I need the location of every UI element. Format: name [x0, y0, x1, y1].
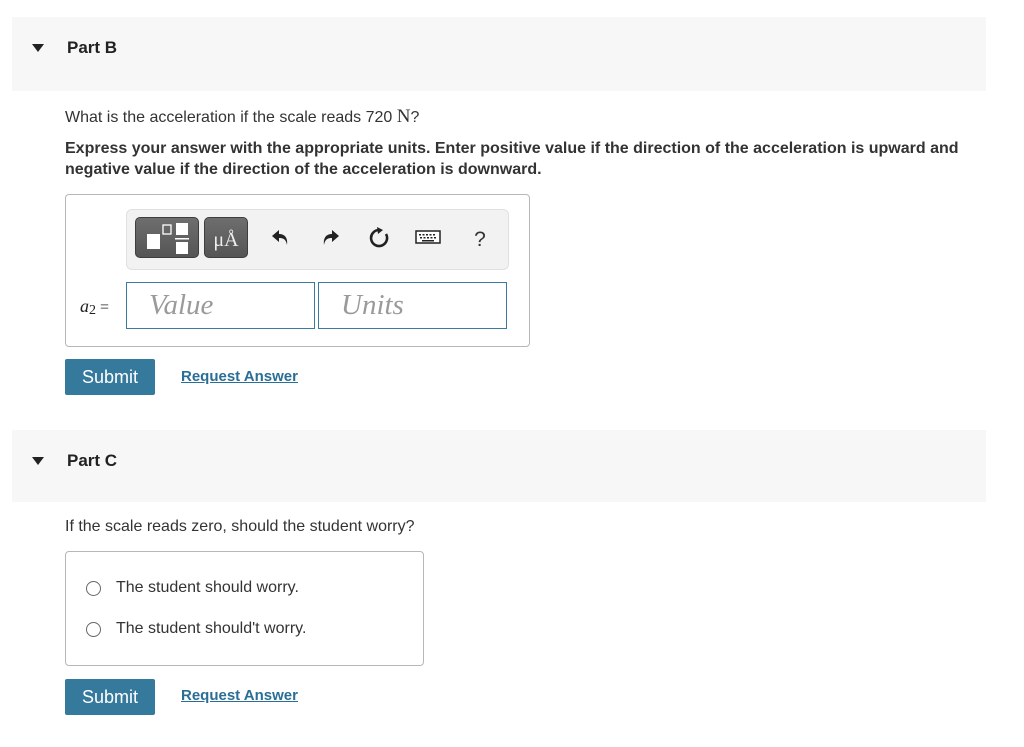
keyboard-button[interactable]: [414, 226, 442, 252]
value-input[interactable]: [126, 282, 315, 329]
undo-button[interactable]: [267, 226, 295, 252]
math-toolbar: μÅ ?: [126, 209, 509, 270]
part-b-header[interactable]: Part B: [12, 17, 986, 91]
help-icon: ?: [474, 228, 486, 251]
variable-subscript: 2: [89, 303, 96, 318]
option-shouldnt-worry[interactable]: The student should't worry.: [86, 618, 306, 640]
radio-button[interactable]: [86, 621, 101, 637]
part-b-submit-button[interactable]: Submit: [65, 359, 155, 395]
fraction-template-icon: [147, 223, 189, 254]
question-mark: ?: [410, 109, 420, 126]
reset-button[interactable]: [365, 226, 393, 252]
redo-icon: [323, 230, 339, 245]
option-should-worry[interactable]: The student should worry.: [86, 577, 299, 599]
units-input[interactable]: [318, 282, 507, 329]
part-b-instructions: Express your answer with the appropriate…: [65, 140, 959, 178]
collapse-caret-icon[interactable]: [32, 44, 44, 52]
variable-symbol: a: [80, 296, 89, 316]
part-c-title: Part C: [67, 451, 118, 470]
part-c-options-box: The student should worry. The student sh…: [65, 551, 424, 666]
units-button[interactable]: μÅ: [204, 217, 248, 258]
redo-button[interactable]: [316, 226, 344, 252]
part-c-header[interactable]: Part C: [12, 430, 986, 502]
part-b-request-answer-link[interactable]: Request Answer: [181, 368, 298, 385]
templates-button[interactable]: [135, 217, 199, 258]
collapse-caret-icon[interactable]: [32, 457, 44, 465]
option-label: The student should't worry.: [116, 620, 307, 637]
option-label: The student should worry.: [116, 579, 299, 596]
reset-icon: [369, 227, 389, 248]
unit-newton: N: [396, 106, 411, 127]
radio-button[interactable]: [86, 580, 101, 596]
question-text: What is the acceleration if the scale re…: [65, 109, 397, 126]
part-b-answer-box: μÅ ? a2 = Value Units: [65, 194, 530, 347]
keyboard-icon: [415, 230, 441, 244]
undo-icon: [272, 230, 288, 245]
part-c-question: If the scale reads zero, should the stud…: [65, 518, 415, 535]
help-button[interactable]: ?: [466, 226, 494, 252]
equals-sign: =: [100, 299, 110, 316]
answer-variable-label: a2 =: [80, 296, 109, 319]
units-symbol: μÅ: [213, 229, 239, 251]
part-b-question: What is the acceleration if the scale re…: [65, 106, 419, 128]
part-c-request-answer-link[interactable]: Request Answer: [181, 687, 298, 704]
part-c-submit-button[interactable]: Submit: [65, 679, 155, 715]
part-b-title: Part B: [67, 38, 118, 57]
